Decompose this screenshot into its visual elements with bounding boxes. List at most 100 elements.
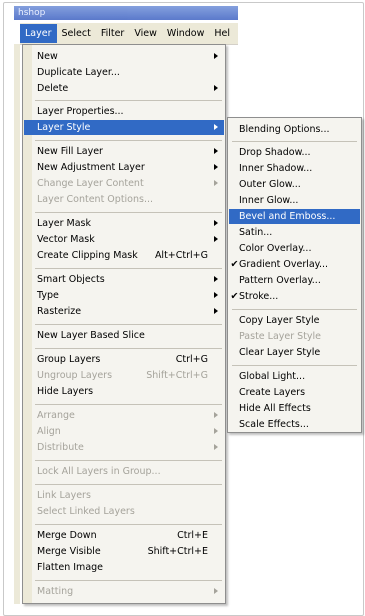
submenu-arrow-icon — [214, 53, 218, 59]
menu-item-smart-objects[interactable]: Smart Objects — [24, 272, 224, 287]
menu-item-label: Distribute — [37, 442, 84, 453]
submenu-item-gradient-overlay[interactable]: ✔ Gradient Overlay... — [229, 257, 360, 272]
submenu-item-inner-glow[interactable]: Inner Glow... — [229, 193, 360, 208]
menu-item-rasterize[interactable]: Rasterize — [24, 304, 224, 319]
menu-item-hide-layers[interactable]: Hide Layers — [24, 384, 224, 399]
submenu-arrow-icon — [214, 292, 218, 298]
menu-item-label: Create Clipping Mask — [37, 250, 138, 261]
menu-item-merge-down[interactable]: Merge Down Ctrl+E — [24, 528, 224, 543]
menu-help[interactable]: Hel — [209, 24, 235, 43]
submenu-arrow-icon — [214, 220, 218, 226]
submenu-arrow-icon — [214, 588, 218, 594]
submenu-item-stroke[interactable]: ✔ Stroke... — [229, 289, 360, 304]
menu-item-new[interactable]: New — [24, 49, 224, 64]
menu-item-label: Inner Shadow... — [239, 163, 313, 174]
submenu-arrow-icon — [214, 308, 218, 314]
menu-item-label: Global Light... — [239, 371, 306, 382]
submenu-item-satin[interactable]: Satin... — [229, 225, 360, 240]
menu-window[interactable]: Window — [162, 24, 209, 43]
submenu-item-paste-layer-style[interactable]: Paste Layer Style — [229, 329, 360, 344]
menu-item-label: Ungroup Layers — [37, 370, 113, 381]
menu-item-label: Type — [37, 290, 59, 301]
menu-item-flatten-image[interactable]: Flatten Image — [24, 560, 224, 575]
menu-item-change-layer-content[interactable]: Change Layer Content — [24, 176, 224, 191]
window-title-bar: hshop — [14, 6, 238, 20]
shortcut-label: Shift+Ctrl+E — [147, 546, 208, 557]
submenu-item-hide-all-effects[interactable]: Hide All Effects — [229, 401, 360, 416]
submenu-item-color-overlay[interactable]: Color Overlay... — [229, 241, 360, 256]
menu-item-layer-mask[interactable]: Layer Mask — [24, 216, 224, 231]
menu-item-matting[interactable]: Matting — [24, 584, 224, 599]
submenu-item-bevel-and-emboss[interactable]: Bevel and Emboss... — [229, 209, 360, 224]
menu-item-arrange[interactable]: Arrange — [24, 408, 224, 423]
menu-separator — [35, 580, 222, 581]
menu-select[interactable]: Select — [57, 24, 96, 43]
submenu-arrow-icon — [214, 276, 218, 282]
menu-item-label: Drop Shadow... — [239, 147, 311, 158]
menu-separator — [35, 140, 222, 141]
submenu-arrow-icon — [214, 428, 218, 434]
submenu-item-inner-shadow[interactable]: Inner Shadow... — [229, 161, 360, 176]
menu-item-label: Stroke... — [239, 291, 279, 302]
submenu-item-clear-layer-style[interactable]: Clear Layer Style — [229, 345, 360, 360]
menu-item-label: Lock All Layers in Group... — [37, 466, 161, 477]
menu-filter[interactable]: Filter — [96, 24, 130, 43]
menu-item-duplicate-layer[interactable]: Duplicate Layer... — [24, 65, 224, 80]
menu-item-label: Matting — [37, 586, 74, 597]
menu-item-label: Bevel and Emboss... — [239, 211, 336, 222]
menu-item-label: New — [37, 51, 58, 62]
menu-separator — [35, 524, 222, 525]
menu-item-label: Outer Glow... — [239, 179, 301, 190]
menu-item-layer-properties[interactable]: Layer Properties... — [24, 104, 224, 119]
submenu-arrow-icon — [214, 412, 218, 418]
submenu-item-blending-options[interactable]: Blending Options... — [229, 122, 360, 137]
submenu-item-create-layers[interactable]: Create Layers — [229, 385, 360, 400]
menu-item-label: New Fill Layer — [37, 146, 103, 157]
submenu-item-scale-effects[interactable]: Scale Effects... — [229, 417, 360, 432]
menu-item-label: New Layer Based Slice — [37, 330, 145, 341]
menu-item-vector-mask[interactable]: Vector Mask — [24, 232, 224, 247]
submenu-arrow-icon — [214, 444, 218, 450]
menu-item-label: Clear Layer Style — [239, 347, 321, 358]
menu-layer[interactable]: Layer — [20, 24, 57, 43]
menu-item-label: Rasterize — [37, 306, 82, 317]
menu-item-layer-content-options[interactable]: Layer Content Options... — [24, 192, 224, 207]
menu-separator — [35, 324, 222, 325]
menu-item-label: Vector Mask — [37, 234, 95, 245]
shortcut-label: Shift+Ctrl+G — [146, 370, 208, 381]
menu-item-new-layer-based-slice[interactable]: New Layer Based Slice — [24, 328, 224, 343]
menu-separator — [232, 141, 357, 142]
submenu-item-global-light[interactable]: Global Light... — [229, 369, 360, 384]
menu-item-merge-visible[interactable]: Merge Visible Shift+Ctrl+E — [24, 544, 224, 559]
menu-item-label: Merge Visible — [37, 546, 101, 557]
menu-item-label: Select Linked Layers — [37, 506, 135, 517]
menu-item-label: Blending Options... — [239, 124, 330, 135]
menu-item-align[interactable]: Align — [24, 424, 224, 439]
menu-item-label: Color Overlay... — [239, 243, 312, 254]
layer-menu: New Duplicate Layer... Delete Layer Prop… — [22, 44, 226, 604]
submenu-item-pattern-overlay[interactable]: Pattern Overlay... — [229, 273, 360, 288]
submenu-arrow-icon — [214, 180, 218, 186]
menu-item-label: Layer Mask — [37, 218, 91, 229]
menu-item-select-linked-layers[interactable]: Select Linked Layers — [24, 504, 224, 519]
menu-item-lock-all-layers[interactable]: Lock All Layers in Group... — [24, 464, 224, 479]
menu-item-link-layers[interactable]: Link Layers — [24, 488, 224, 503]
submenu-item-drop-shadow[interactable]: Drop Shadow... — [229, 145, 360, 160]
menu-item-label: Duplicate Layer... — [37, 67, 120, 78]
menu-item-type[interactable]: Type — [24, 288, 224, 303]
menu-item-layer-style[interactable]: Layer Style — [24, 120, 224, 135]
menu-item-new-adjustment-layer[interactable]: New Adjustment Layer — [24, 160, 224, 175]
menu-item-distribute[interactable]: Distribute — [24, 440, 224, 455]
menu-item-create-clipping-mask[interactable]: Create Clipping Mask Alt+Ctrl+G — [24, 248, 224, 263]
checkmark-icon: ✔ — [230, 259, 239, 270]
menu-separator — [35, 460, 222, 461]
submenu-item-copy-layer-style[interactable]: Copy Layer Style — [229, 313, 360, 328]
menu-item-ungroup-layers[interactable]: Ungroup Layers Shift+Ctrl+G — [24, 368, 224, 383]
submenu-item-outer-glow[interactable]: Outer Glow... — [229, 177, 360, 192]
menu-item-new-fill-layer[interactable]: New Fill Layer — [24, 144, 224, 159]
menu-item-delete[interactable]: Delete — [24, 81, 224, 96]
menu-item-label: Arrange — [37, 410, 75, 421]
menu-view[interactable]: View — [129, 24, 162, 43]
menu-item-label: Flatten Image — [37, 562, 104, 573]
menu-item-group-layers[interactable]: Group Layers Ctrl+G — [24, 352, 224, 367]
